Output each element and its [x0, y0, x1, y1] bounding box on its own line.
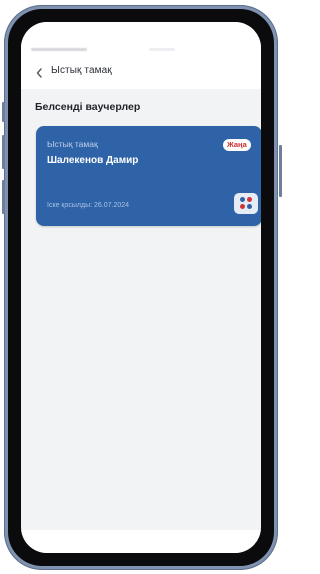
phone-side-button: [279, 145, 282, 197]
voucher-card[interactable]: Ыстық тамақ Шалекенов Дамир Жаңа Іске қо…: [36, 126, 261, 226]
voucher-holder-name: Шалекенов Дамир: [47, 155, 139, 166]
status-bar: [21, 22, 261, 56]
section-title: Белсенді ваучерлер: [35, 101, 141, 113]
dot-blue-top-left: [240, 197, 245, 202]
four-dots-icon[interactable]: [234, 193, 258, 214]
dot-blue-bottom-right: [247, 204, 252, 209]
phone-side-button: [2, 102, 5, 122]
screenshot-canvas: Ыстық тамақ Белсенді ваучерлер Ыстық там…: [0, 0, 283, 574]
bottom-safe-area: [21, 530, 261, 553]
dot-red-bottom-left: [240, 204, 245, 209]
top-navigation-bar: Ыстық тамақ: [21, 56, 261, 89]
chevron-left-icon-graphic: [36, 68, 42, 78]
phone-side-button: [2, 135, 5, 169]
page-title: Ыстық тамақ: [51, 65, 112, 76]
new-status-badge: Жаңа: [223, 139, 251, 151]
app-screen: Ыстық тамақ Белсенді ваучерлер Ыстық там…: [21, 22, 261, 553]
phone-side-button: [2, 180, 5, 214]
chevron-left-icon[interactable]: [34, 66, 46, 80]
status-bar-time-blur: [31, 48, 87, 51]
dot-red-top-right: [247, 197, 252, 202]
voucher-activation-date: Іске қосылды: 26.07.2024: [47, 202, 130, 209]
voucher-service-label: Ыстық тамақ: [47, 139, 98, 149]
status-bar-icons-blur: [149, 48, 175, 51]
